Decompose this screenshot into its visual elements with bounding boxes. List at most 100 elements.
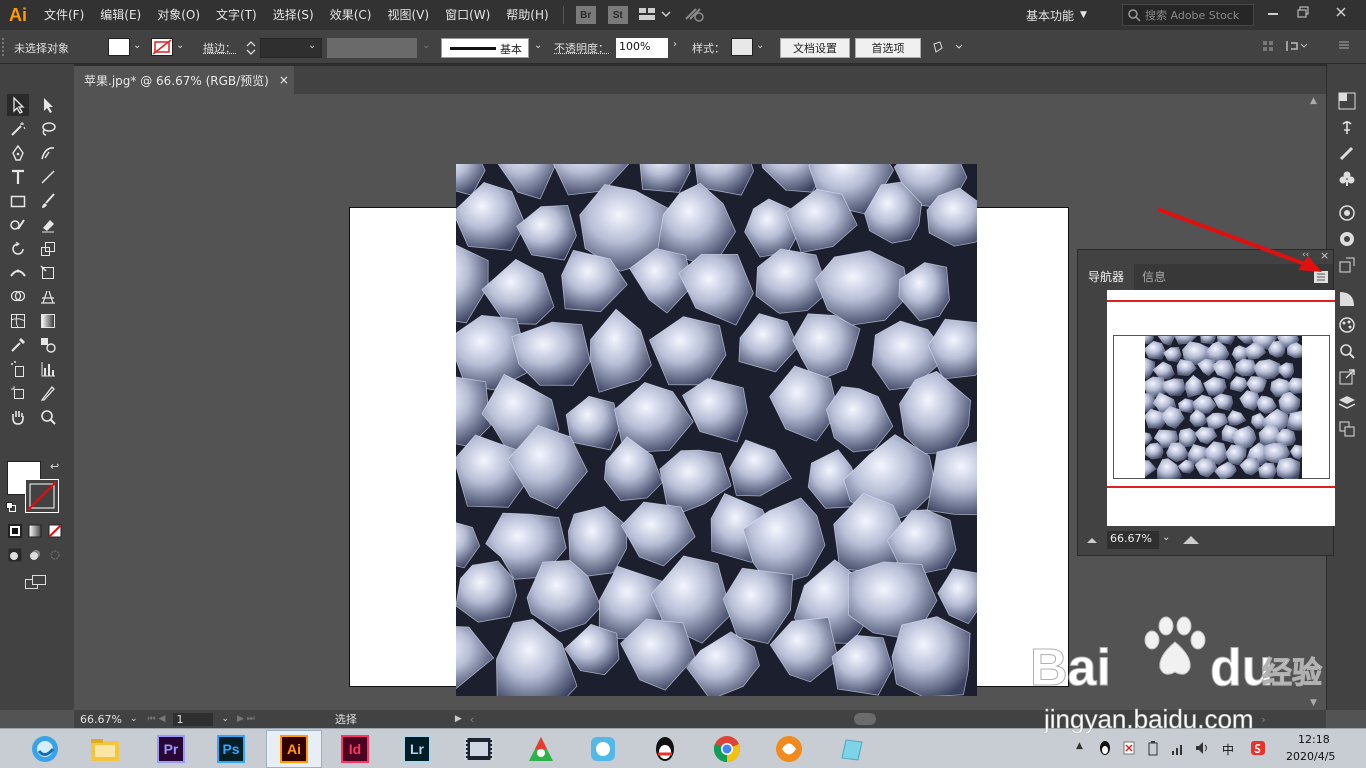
- draw-normal-icon[interactable]: [8, 548, 22, 565]
- arrange-documents-icon[interactable]: [638, 6, 672, 25]
- file-explorer-icon[interactable]: [80, 732, 130, 766]
- scale-tool-icon[interactable]: [37, 238, 59, 260]
- navigator-preview[interactable]: [1107, 290, 1335, 526]
- notes-app-icon[interactable]: [826, 732, 876, 766]
- 360-security-icon[interactable]: [516, 732, 566, 766]
- type-tool-icon[interactable]: [7, 166, 29, 188]
- menu-select[interactable]: 选择(S): [265, 0, 322, 30]
- illustrator-app[interactable]: Ai: [266, 730, 322, 768]
- photoshop-app[interactable]: Ps: [206, 732, 256, 766]
- paintbrush-tool-icon[interactable]: [37, 190, 59, 212]
- selection-tool-icon[interactable]: [7, 94, 29, 116]
- stroke-label[interactable]: 描边：: [203, 40, 236, 56]
- premiere-app[interactable]: Pr: [146, 732, 196, 766]
- draw-behind-icon[interactable]: [28, 548, 42, 565]
- zoom-tool-icon[interactable]: [37, 406, 59, 428]
- qq-icon[interactable]: [640, 732, 690, 766]
- symbols-icon[interactable]: [1327, 166, 1366, 192]
- tray-qq-icon[interactable]: [1098, 740, 1112, 759]
- menu-window[interactable]: 窗口(W): [437, 0, 498, 30]
- rotate-tool-icon[interactable]: [7, 238, 29, 260]
- zoom-in-icon[interactable]: [1182, 534, 1200, 548]
- gradient-mode-icon[interactable]: [28, 524, 42, 541]
- chevron-down-icon[interactable]: ⌄: [308, 40, 316, 51]
- slice-tool-icon[interactable]: [37, 382, 59, 404]
- clock-date[interactable]: 2020/4/5: [1286, 750, 1335, 763]
- grip-handle[interactable]: [2, 38, 6, 56]
- pen-tool-icon[interactable]: [7, 142, 29, 164]
- tray-security-icon[interactable]: [1122, 740, 1136, 759]
- menu-type[interactable]: 文字(T): [208, 0, 265, 30]
- tray-volume-icon[interactable]: [1194, 740, 1210, 759]
- menu-view[interactable]: 视图(V): [379, 0, 437, 30]
- stroke-color-swatch[interactable]: [25, 479, 59, 513]
- chevron-down-icon[interactable]: ⌄: [756, 40, 764, 51]
- tray-battery-icon[interactable]: [1146, 740, 1160, 759]
- media-player-icon[interactable]: [764, 732, 814, 766]
- shape-builder-tool-icon[interactable]: [7, 286, 29, 308]
- draw-inside-icon[interactable]: [48, 548, 62, 565]
- isolate-icon[interactable]: [1285, 39, 1309, 56]
- eraser-tool-icon[interactable]: [37, 214, 59, 236]
- status-zoom[interactable]: 66.67%: [74, 713, 130, 726]
- line-segment-tool-icon[interactable]: [37, 166, 59, 188]
- brush-definition[interactable]: 基本: [441, 38, 529, 58]
- opacity-field[interactable]: 100%: [616, 38, 668, 58]
- status-menu-icon[interactable]: ▶: [455, 714, 462, 724]
- bridge-button[interactable]: Br: [576, 6, 596, 24]
- tray-sogou-icon[interactable]: [1250, 740, 1266, 759]
- menu-file[interactable]: 文件(F): [36, 0, 92, 30]
- artboard-number-field[interactable]: 1: [173, 713, 213, 726]
- preferences-button[interactable]: 首选项: [855, 38, 921, 58]
- lightroom-app[interactable]: Lr: [392, 732, 442, 766]
- collapse-panel-icon[interactable]: ‹‹: [1302, 250, 1309, 260]
- indesign-app[interactable]: Id: [330, 732, 380, 766]
- chevron-right-icon[interactable]: ›: [673, 39, 677, 50]
- stroke-weight-stepper[interactable]: [244, 38, 258, 58]
- free-transform-tool-icon[interactable]: [37, 262, 59, 284]
- panel-menu-icon[interactable]: [1338, 39, 1350, 54]
- menu-effect[interactable]: 效果(C): [322, 0, 380, 30]
- close-tab-icon[interactable]: ×: [279, 73, 289, 87]
- chrome-icon[interactable]: [702, 732, 752, 766]
- document-setup-button[interactable]: 文档设置: [780, 38, 850, 58]
- panel-menu-button[interactable]: [1314, 271, 1328, 283]
- chevron-down-icon[interactable]: ⌄: [1162, 532, 1170, 543]
- tray-ime-indicator[interactable]: 中: [1222, 741, 1234, 758]
- chevron-down-icon[interactable]: ⌄: [133, 40, 141, 51]
- align-icon[interactable]: [1262, 40, 1274, 55]
- column-graph-tool-icon[interactable]: [37, 358, 59, 380]
- tab-info[interactable]: 信息: [1132, 264, 1176, 290]
- stroke-swatch[interactable]: [151, 38, 173, 59]
- opacity-label[interactable]: 不透明度：: [554, 40, 609, 56]
- chevron-down-icon[interactable]: ⌄: [534, 40, 542, 51]
- stock-button[interactable]: St: [608, 6, 628, 24]
- perspective-grid-tool-icon[interactable]: [37, 286, 59, 308]
- scroll-up-icon[interactable]: ▲: [1310, 96, 1317, 106]
- color-mode-icon[interactable]: [8, 524, 22, 541]
- mesh-tool-icon[interactable]: [7, 310, 29, 332]
- cc-libraries-icon[interactable]: [1327, 200, 1366, 226]
- none-mode-icon[interactable]: [48, 524, 62, 541]
- eyedropper-tool-icon[interactable]: [7, 334, 29, 356]
- hand-tool-icon[interactable]: [7, 406, 29, 428]
- close-panel-icon[interactable]: ×: [1320, 249, 1329, 262]
- browser-360-icon[interactable]: [20, 732, 70, 766]
- brushes-icon[interactable]: [1327, 140, 1366, 166]
- menu-edit[interactable]: 编辑(E): [92, 0, 149, 30]
- navigator-zoom-field[interactable]: 66.67%: [1107, 531, 1159, 549]
- scroll-left-icon[interactable]: ‹: [470, 713, 474, 726]
- chevron-down-icon[interactable]: ⌄: [221, 714, 229, 724]
- stock-search-field[interactable]: 搜索 Adobe Stock: [1122, 4, 1254, 26]
- chevron-down-icon[interactable]: ⌄: [130, 714, 138, 724]
- zoom-out-icon[interactable]: [1086, 534, 1098, 548]
- document-tab[interactable]: 苹果.jpg* @ 66.67% (RGB/预览) ×: [74, 66, 294, 94]
- last-artboard-icon[interactable]: ▶ ⏭: [237, 714, 255, 724]
- libraries-icon[interactable]: [1327, 114, 1366, 140]
- tray-network-icon[interactable]: [1170, 740, 1186, 759]
- swap-fill-stroke-icon[interactable]: ↩: [50, 460, 59, 473]
- first-artboard-icon[interactable]: ⏮ ◀: [148, 714, 166, 724]
- direct-selection-tool-icon[interactable]: [37, 94, 59, 116]
- default-colors-icon[interactable]: [6, 501, 16, 511]
- artboard-tool-icon[interactable]: [7, 382, 29, 404]
